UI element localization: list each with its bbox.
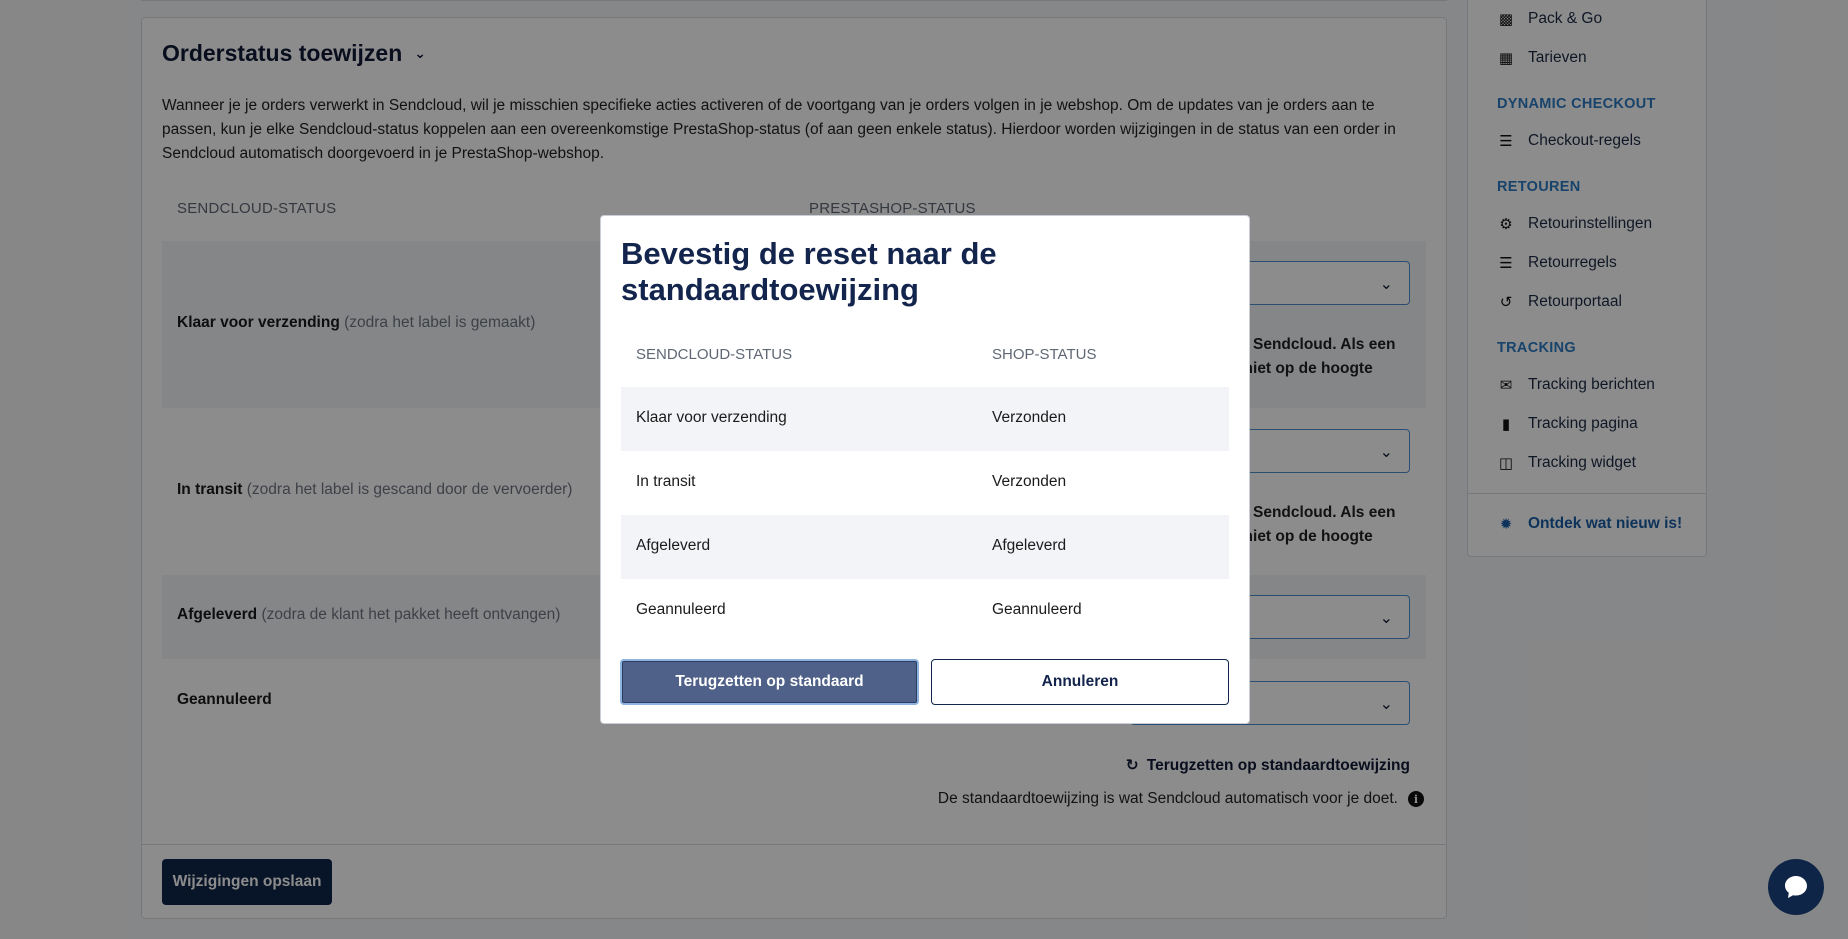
sendcloud-status-cell: Afgeleverd bbox=[636, 537, 711, 554]
sendcloud-status-cell: Geannuleerd bbox=[636, 601, 726, 618]
confirm-reset-dialog: Bevestig de reset naar de standaardtoewi… bbox=[600, 215, 1250, 724]
mapping-table: Klaar voor verzending Verzonden In trans… bbox=[621, 387, 1229, 643]
shop-status-cell: Verzonden bbox=[992, 409, 1067, 426]
chat-bubble-icon bbox=[1785, 876, 1807, 898]
shop-status-cell: Geannuleerd bbox=[992, 601, 1082, 618]
confirm-reset-button[interactable]: Terugzetten op standaard bbox=[620, 659, 919, 705]
table-row: Afgeleverd Afgeleverd bbox=[621, 515, 1229, 579]
sendcloud-status-cell: Klaar voor verzending bbox=[636, 409, 787, 426]
table-row: In transit Verzonden bbox=[621, 451, 1229, 515]
table-row: Klaar voor verzending Verzonden bbox=[621, 387, 1229, 451]
sendcloud-status-cell: In transit bbox=[636, 473, 696, 490]
table-row: Geannuleerd Geannuleerd bbox=[621, 579, 1229, 643]
dialog-title: Bevestig de reset naar de standaardtoewi… bbox=[621, 236, 997, 307]
chat-button[interactable] bbox=[1768, 859, 1824, 915]
cancel-button[interactable]: Annuleren bbox=[931, 659, 1229, 705]
shop-status-cell: Verzonden bbox=[992, 473, 1067, 490]
dialog-column-sendcloud: SENDCLOUD-STATUS bbox=[636, 346, 793, 363]
shop-status-cell: Afgeleverd bbox=[992, 537, 1067, 554]
dialog-column-shop: SHOP-STATUS bbox=[992, 346, 1097, 363]
